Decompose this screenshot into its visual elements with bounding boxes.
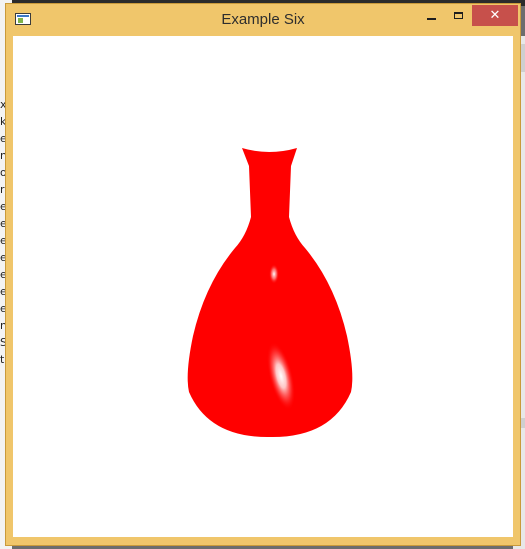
vase-scene — [187, 148, 353, 438]
render-canvas[interactable] — [13, 36, 513, 537]
app-window: Example Six ✕ — [5, 3, 521, 546]
title-bar[interactable]: Example Six ✕ — [6, 4, 520, 36]
vase-body — [187, 148, 353, 438]
maximize-icon — [453, 12, 463, 19]
vase-highlight-neck — [269, 264, 279, 284]
minimize-button[interactable] — [418, 5, 444, 26]
minimize-icon — [426, 17, 436, 20]
close-icon: ✕ — [489, 8, 501, 23]
close-button[interactable]: ✕ — [472, 5, 518, 26]
maximize-button[interactable] — [445, 5, 471, 26]
